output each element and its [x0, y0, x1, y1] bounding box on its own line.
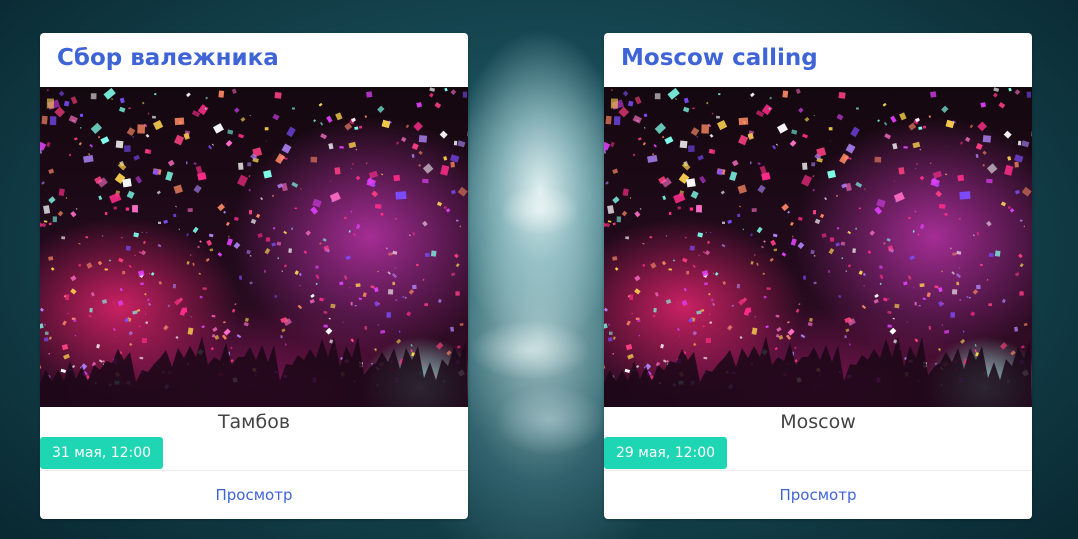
badge-row: 31 мая, 12:00: [40, 437, 468, 469]
event-title: Сбор валежника: [57, 45, 279, 71]
event-city: Тамбов: [217, 411, 291, 433]
event-image: [40, 87, 468, 407]
background-sky: [470, 100, 610, 520]
confetti-layer: [604, 87, 1032, 407]
event-title: Moscow calling: [621, 45, 818, 71]
confetti-layer: [40, 87, 468, 407]
view-link[interactable]: Просмотр: [216, 486, 293, 504]
card-footer: Просмотр: [604, 470, 1032, 519]
event-city: Moscow: [780, 411, 856, 433]
event-card: Сбор валежника Тамбов 31 мая, 12:00 Прос…: [40, 33, 468, 519]
badge-row: 29 мая, 12:00: [604, 437, 1032, 469]
date-badge: 29 мая, 12:00: [604, 437, 728, 469]
view-link[interactable]: Просмотр: [780, 486, 857, 504]
card-footer: Просмотр: [40, 470, 468, 519]
date-badge: 31 мая, 12:00: [40, 437, 164, 469]
event-card: Moscow calling Moscow 29 мая, 12:00 Прос…: [604, 33, 1032, 519]
event-image: [604, 87, 1032, 407]
